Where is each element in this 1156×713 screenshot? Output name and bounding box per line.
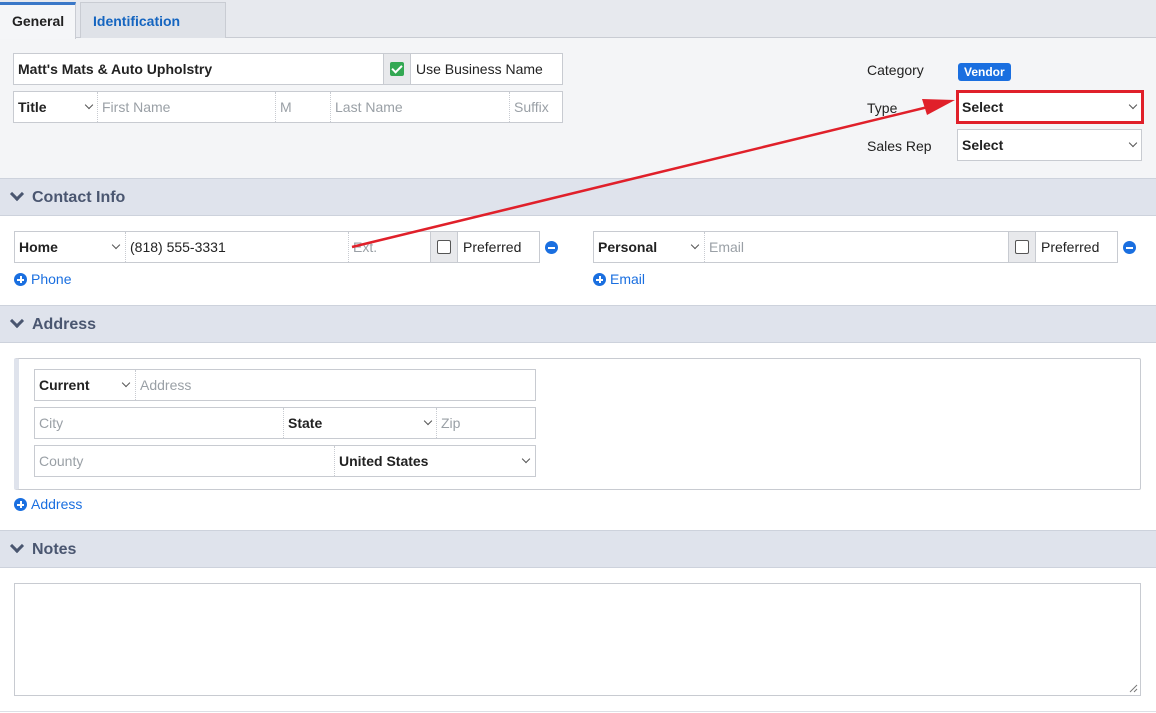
email-preferred-label: Preferred (1041, 239, 1100, 255)
tab-bar: General Identification Data (0, 0, 1156, 65)
address-header[interactable]: Address (0, 305, 1156, 343)
remove-phone-icon[interactable] (545, 241, 558, 254)
state-select[interactable]: State (284, 408, 434, 438)
type-select-value: Select (962, 99, 1004, 115)
category-badge: Vendor (958, 63, 1011, 81)
phone-preferred-checkbox-cell[interactable] (430, 232, 458, 262)
email-type-select[interactable]: Personal (594, 232, 704, 262)
notes-header[interactable]: Notes (0, 530, 1156, 568)
last-name-input[interactable]: Last Name (331, 92, 509, 122)
title-select[interactable]: Title (14, 92, 96, 122)
address-line-row: Current Address (34, 369, 536, 401)
chevron-down-icon (521, 454, 531, 464)
plus-icon (14, 273, 27, 286)
email-row: Personal Email Preferred (593, 231, 1118, 263)
phone-row: Home (818) 555-3331 Ext. Preferred (14, 231, 540, 263)
chevron-down-icon (9, 313, 25, 329)
section-title: Contact Info (32, 189, 126, 206)
section-title: Notes (32, 541, 77, 558)
plus-icon (593, 273, 606, 286)
phone-ext-input[interactable]: Ext. (349, 232, 429, 262)
remove-email-icon[interactable] (1123, 241, 1136, 254)
country-select[interactable]: United States (335, 446, 515, 476)
resize-handle-icon[interactable] (1128, 683, 1138, 693)
chevron-down-icon (1128, 138, 1138, 148)
add-phone-button[interactable]: Phone (14, 271, 71, 287)
phone-number-input[interactable]: (818) 555-3331 (126, 232, 348, 262)
tab-general[interactable]: General (0, 2, 76, 39)
sales-rep-select[interactable]: Select (957, 129, 1142, 161)
phone-preferred-label: Preferred (463, 239, 522, 255)
phone-preferred-checkbox[interactable] (437, 240, 451, 254)
phone-type-select[interactable]: Home (15, 232, 125, 262)
address-type-select[interactable]: Current (35, 370, 135, 400)
county-country-row: County United States (34, 445, 536, 477)
first-name-input[interactable]: First Name (98, 92, 274, 122)
use-business-name-label: Use Business Name (416, 61, 543, 77)
use-business-name-checkbox-cell[interactable] (383, 54, 411, 84)
type-label: Type (867, 100, 898, 116)
chevron-down-icon (9, 186, 25, 202)
business-name-input[interactable]: Matt's Mats & Auto Upholstry (14, 54, 382, 84)
email-preferred-checkbox[interactable] (1015, 240, 1029, 254)
notes-textarea[interactable] (14, 583, 1141, 696)
chevron-down-icon (9, 538, 25, 554)
sales-rep-select-value: Select (962, 137, 1004, 153)
type-select[interactable]: Select (957, 91, 1142, 123)
bottom-divider (0, 711, 1156, 712)
sales-rep-label: Sales Rep (867, 138, 932, 154)
city-state-zip-row: City State Zip (34, 407, 536, 439)
email-preferred-checkbox-cell[interactable] (1008, 232, 1036, 262)
business-name-row: Matt's Mats & Auto Upholstry Use Busines… (13, 53, 563, 85)
contact-info-header[interactable]: Contact Info (0, 178, 1156, 216)
city-input[interactable]: City (35, 408, 283, 438)
suffix-input[interactable]: Suffix (510, 92, 562, 122)
category-label: Category (867, 62, 924, 78)
address-input[interactable]: Address (136, 370, 535, 400)
chevron-down-icon (1128, 100, 1138, 110)
add-address-label: Address (31, 496, 83, 512)
add-email-label: Email (610, 271, 646, 287)
plus-icon (14, 498, 27, 511)
middle-initial-input[interactable]: M (276, 92, 330, 122)
person-name-row: Title First Name M Last Name Suffix (13, 91, 563, 123)
section-title: Address (32, 316, 97, 333)
email-input[interactable]: Email (705, 232, 1005, 262)
add-address-button[interactable]: Address (14, 496, 82, 512)
add-phone-label: Phone (31, 271, 72, 287)
use-business-name-checkbox[interactable] (390, 62, 404, 76)
county-input[interactable]: County (35, 446, 333, 476)
add-email-button[interactable]: Email (593, 271, 645, 287)
zip-input[interactable]: Zip (437, 408, 535, 438)
tab-identification-data[interactable]: Identification Data (80, 2, 226, 65)
